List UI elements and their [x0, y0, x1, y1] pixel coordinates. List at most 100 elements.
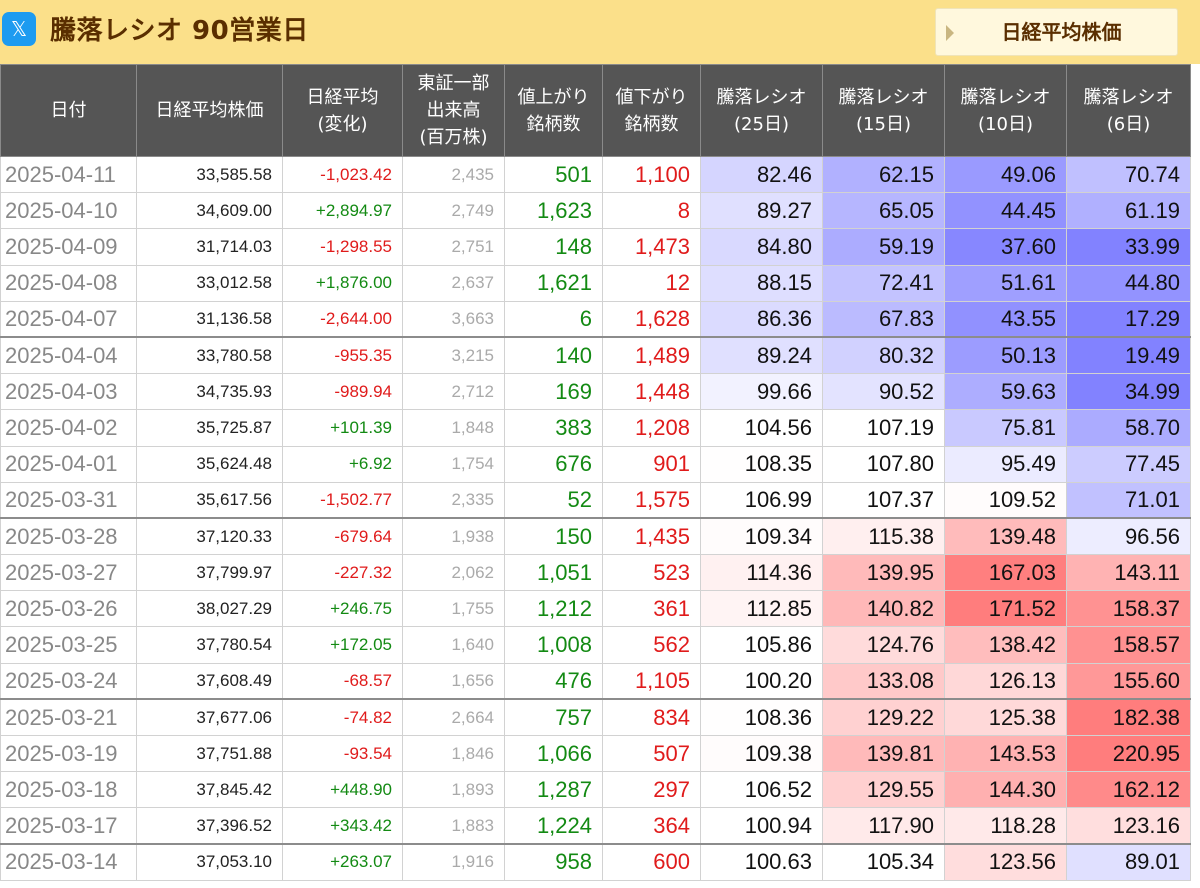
volume-cell: 3,215	[402, 336, 505, 375]
ratio-6d-cell: 96.56	[1066, 517, 1191, 556]
advances-cell: 1,224	[504, 807, 603, 845]
advances-cell: 501	[504, 155, 603, 194]
nav-button-label: 日経平均株価	[1001, 20, 1122, 44]
ratio-15d-cell: 67.83	[822, 300, 945, 338]
date-cell: 2025-04-07	[0, 300, 137, 338]
nikkei-change-cell: +2,894.97	[282, 192, 403, 230]
nikkei-average-nav-button[interactable]: 日経平均株価	[935, 8, 1178, 56]
nikkei-price-cell: 37,053.10	[136, 843, 283, 881]
date-cell: 2025-03-19	[0, 734, 137, 773]
volume-cell: 1,846	[402, 734, 505, 773]
table-row: 2025-03-17 37,396.52 +343.42 1,883 1,224 364 1…	[0, 807, 1191, 845]
ratio-25d-cell: 108.36	[700, 698, 823, 737]
ratio-15d-cell: 117.90	[822, 807, 945, 845]
date-cell: 2025-03-28	[0, 517, 137, 556]
nikkei-change-cell: -68.57	[282, 662, 403, 700]
nikkei-change-cell: +343.42	[282, 807, 403, 845]
ratio-6d-cell: 158.37	[1066, 590, 1191, 628]
nikkei-price-cell: 34,609.00	[136, 192, 283, 230]
ratio-6d-cell: 77.45	[1066, 445, 1191, 483]
volume-cell: 2,751	[402, 228, 505, 266]
volume-cell: 1,883	[402, 807, 505, 845]
ratio-10d-cell: 143.53	[944, 734, 1067, 773]
ratio-6d-cell: 182.38	[1066, 698, 1191, 737]
nikkei-price-cell: 38,027.29	[136, 590, 283, 628]
ratio-10d-cell: 167.03	[944, 554, 1067, 592]
nikkei-price-cell: 35,725.87	[136, 409, 283, 447]
table-row: 2025-04-10 34,609.00 +2,894.97 2,749 1,623 8 8…	[0, 192, 1191, 230]
table-row: 2025-03-31 35,617.56 -1,502.77 2,335 52 1,575…	[0, 481, 1191, 519]
declines-cell: 1,100	[602, 155, 701, 194]
ratio-15d-cell: 105.34	[822, 843, 945, 881]
date-cell: 2025-03-17	[0, 807, 137, 845]
table-row: 2025-04-03 34,735.93 -989.94 2,712 169 1,448 9…	[0, 373, 1191, 411]
ratio-25d-cell: 100.63	[700, 843, 823, 881]
advances-cell: 676	[504, 445, 603, 483]
advances-cell: 1,212	[504, 590, 603, 628]
nikkei-price-cell: 35,617.56	[136, 481, 283, 519]
advances-cell: 1,008	[504, 626, 603, 664]
volume-cell: 1,656	[402, 662, 505, 700]
nikkei-change-cell: +263.07	[282, 843, 403, 881]
date-cell: 2025-04-08	[0, 264, 137, 302]
advances-cell: 52	[504, 481, 603, 519]
nikkei-price-cell: 31,136.58	[136, 300, 283, 338]
nikkei-change-cell: -1,502.77	[282, 481, 403, 519]
ratio-6d-cell: 155.60	[1066, 662, 1191, 700]
declines-cell: 364	[602, 807, 701, 845]
ratio-6d-cell: 162.12	[1066, 771, 1191, 809]
ratio-25d-cell: 100.20	[700, 662, 823, 700]
table-row: 2025-04-04 33,780.58 -955.35 3,215 140 1,489 8…	[0, 336, 1191, 375]
table-row: 2025-03-14 37,053.10 +263.07 1,916 958 600 100…	[0, 843, 1191, 881]
table-row: 2025-04-11 33,585.58 -1,023.42 2,435 501 1,10…	[0, 155, 1191, 194]
date-cell: 2025-04-11	[0, 155, 137, 194]
table-body: 2025-04-11 33,585.58 -1,023.42 2,435 501 1,10…	[0, 155, 1191, 881]
table-row: 2025-03-24 37,608.49 -68.57 1,656 476 1,105 10…	[0, 662, 1191, 700]
ratio-10d-cell: 37.60	[944, 228, 1067, 266]
page-title: 騰落レシオ 90営業日	[50, 16, 309, 46]
ratio-10d-cell: 123.56	[944, 843, 1067, 881]
advances-cell: 6	[504, 300, 603, 338]
nikkei-price-cell: 37,608.49	[136, 662, 283, 700]
ratio-6d-cell: 34.99	[1066, 373, 1191, 411]
table-row: 2025-03-27 37,799.97 -227.32 2,062 1,051 523 1…	[0, 554, 1191, 592]
date-cell: 2025-03-21	[0, 698, 137, 737]
declines-cell: 361	[602, 590, 701, 628]
column-header-r10: 騰落レシオ (10日)	[944, 64, 1067, 157]
advances-cell: 1,287	[504, 771, 603, 809]
ratio-6d-cell: 70.74	[1066, 155, 1191, 194]
ratio-15d-cell: 139.81	[822, 734, 945, 773]
x-logo-icon[interactable]: 𝕏	[2, 12, 36, 46]
table-row: 2025-04-07 31,136.58 -2,644.00 3,663 6 1,628 8…	[0, 300, 1191, 338]
date-cell: 2025-04-04	[0, 336, 137, 375]
date-cell: 2025-03-25	[0, 626, 137, 664]
date-cell: 2025-03-27	[0, 554, 137, 592]
ratio-10d-cell: 139.48	[944, 517, 1067, 556]
table-row: 2025-03-25 37,780.54 +172.05 1,640 1,008 562 1…	[0, 626, 1191, 664]
ratio-6d-cell: 158.57	[1066, 626, 1191, 664]
table-row: 2025-03-18 37,845.42 +448.90 1,893 1,287 297 1…	[0, 771, 1191, 809]
date-cell: 2025-04-09	[0, 228, 137, 266]
column-header-advances: 値上がり 銘柄数	[504, 64, 603, 157]
date-cell: 2025-04-03	[0, 373, 137, 411]
declines-cell: 523	[602, 554, 701, 592]
ratio-10d-cell: 44.45	[944, 192, 1067, 230]
nikkei-price-cell: 37,780.54	[136, 626, 283, 664]
declines-cell: 1,208	[602, 409, 701, 447]
declines-cell: 507	[602, 734, 701, 773]
ratio-10d-cell: 171.52	[944, 590, 1067, 628]
volume-cell: 1,755	[402, 590, 505, 628]
column-header-change: 日経平均 (変化)	[282, 64, 403, 157]
ratio-6d-cell: 19.49	[1066, 336, 1191, 375]
ratio-10d-cell: 118.28	[944, 807, 1067, 845]
ratio-6d-cell: 220.95	[1066, 734, 1191, 773]
volume-cell: 1,848	[402, 409, 505, 447]
ratio-6d-cell: 17.29	[1066, 300, 1191, 338]
ratio-25d-cell: 100.94	[700, 807, 823, 845]
ratio-25d-cell: 105.86	[700, 626, 823, 664]
nikkei-change-cell: +172.05	[282, 626, 403, 664]
ratio-15d-cell: 65.05	[822, 192, 945, 230]
declines-cell: 297	[602, 771, 701, 809]
nikkei-change-cell: -955.35	[282, 336, 403, 375]
table-row: 2025-04-02 35,725.87 +101.39 1,848 383 1,208 1…	[0, 409, 1191, 447]
